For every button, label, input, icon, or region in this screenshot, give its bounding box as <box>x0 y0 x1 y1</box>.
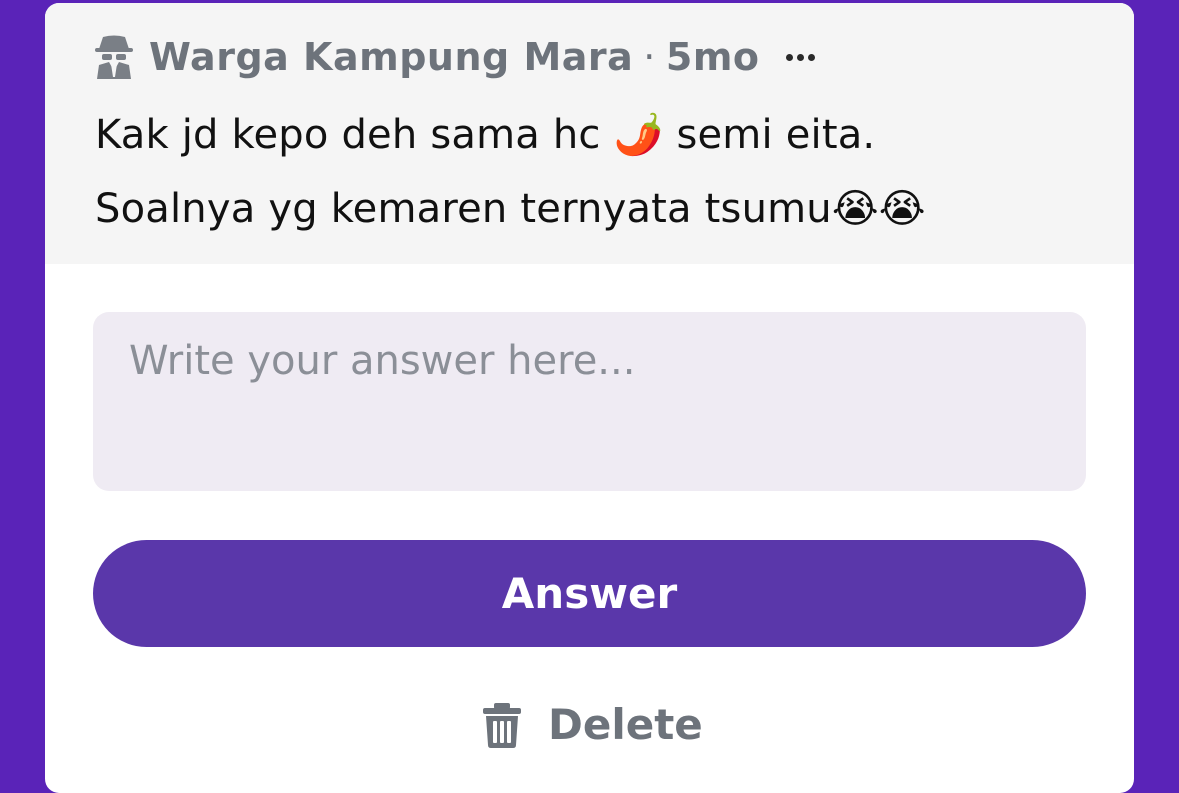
answer-input[interactable] <box>93 312 1086 491</box>
crying-emoji: 😭😭 <box>831 186 926 232</box>
question-line-2-text: Soalnya yg kemaren ternyata tsumu <box>95 186 832 232</box>
question-line-1: Kak jd kepo deh sama hc 🌶️ semi eita. <box>95 98 1095 172</box>
question-card: Warga Kampung Mara · 5mo Kak jd kepo deh… <box>45 3 1134 793</box>
post-meta: Warga Kampung Mara · 5mo <box>93 33 815 81</box>
post-age: 5mo <box>665 35 760 79</box>
detective-icon <box>95 35 133 79</box>
author-name: Warga Kampung Mara <box>149 35 634 79</box>
question-line-2: Soalnya yg kemaren ternyata tsumu😭😭 <box>95 172 1095 246</box>
more-horizontal-icon[interactable] <box>785 53 815 61</box>
trash-icon <box>483 702 521 748</box>
question-text: Kak jd kepo deh sama hc 🌶️ semi eita. So… <box>95 98 1095 246</box>
question-section: Warga Kampung Mara · 5mo Kak jd kepo deh… <box>45 3 1134 264</box>
meta-separator: · <box>643 35 656 79</box>
chili-emoji: 🌶️ <box>613 112 664 158</box>
delete-label: Delete <box>548 700 703 749</box>
question-line-1-end: semi eita. <box>663 112 876 158</box>
question-line-1-start: Kak jd kepo deh sama hc <box>95 112 614 158</box>
answer-button[interactable]: Answer <box>93 540 1086 647</box>
delete-button[interactable]: Delete <box>482 700 703 749</box>
